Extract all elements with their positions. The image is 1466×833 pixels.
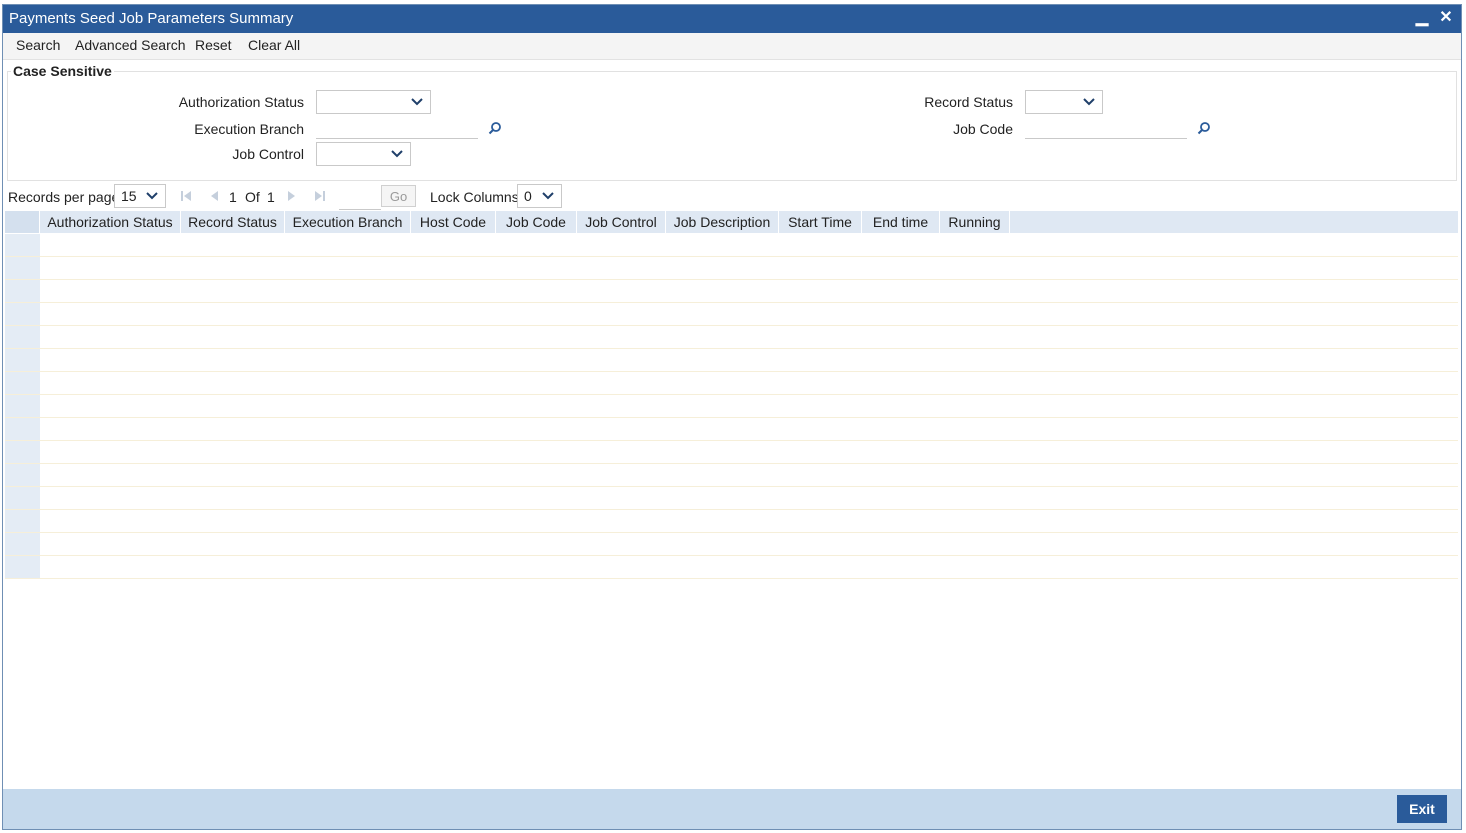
table-row[interactable] [5,487,1458,510]
table-row[interactable] [5,372,1458,395]
job-code-label: Job Code [953,121,1013,137]
table-row[interactable] [5,395,1458,418]
column-job-description[interactable]: Job Description [666,211,779,233]
page-number-input[interactable] [339,187,381,210]
row-selector[interactable] [5,395,40,417]
table-row[interactable] [5,303,1458,326]
job-code-input[interactable] [1025,117,1187,139]
chevron-down-icon [542,192,554,200]
table-row[interactable] [5,441,1458,464]
window-title: Payments Seed Job Parameters Summary [9,10,294,27]
column-authorization-status[interactable]: Authorization Status [40,211,181,233]
table-row[interactable] [5,234,1458,257]
search-icon[interactable] [1197,121,1211,135]
lock-columns-value: 0 [524,188,532,204]
grid-header: Authorization Status Record Status Execu… [5,211,1458,233]
case-sensitive-label: Case Sensitive [11,63,114,79]
execution-branch-input[interactable] [316,117,478,139]
column-record-status[interactable]: Record Status [181,211,285,233]
search-button[interactable]: Search [16,37,60,53]
title-bar: Payments Seed Job Parameters Summary ▁ ✕ [3,5,1461,33]
row-selector[interactable] [5,349,40,371]
chevron-down-icon [391,150,403,158]
row-selector[interactable] [5,556,40,578]
chevron-down-icon [1083,98,1095,106]
reset-button[interactable]: Reset [195,37,232,53]
row-selector[interactable] [5,533,40,555]
row-selector[interactable] [5,326,40,348]
authorization-status-select[interactable] [316,90,431,114]
table-row[interactable] [5,464,1458,487]
toolbar: Search Advanced Search Reset Clear All [3,33,1461,60]
records-per-page-label: Records per page [8,189,120,205]
close-icon[interactable]: ✕ [1437,9,1455,27]
record-status-select[interactable] [1025,90,1103,114]
records-per-page-value: 15 [121,188,137,204]
table-row[interactable] [5,326,1458,349]
column-end-time[interactable]: End time [862,211,940,233]
table-row[interactable] [5,533,1458,556]
job-control-label: Job Control [232,146,304,162]
next-page-icon[interactable] [286,190,298,202]
clear-all-button[interactable]: Clear All [248,37,300,53]
table-row[interactable] [5,556,1458,579]
authorization-status-label: Authorization Status [178,94,304,110]
table-row[interactable] [5,418,1458,441]
total-pages: 1 [267,189,275,205]
column-running[interactable]: Running [940,211,1010,233]
search-icon[interactable] [488,121,502,135]
table-row[interactable] [5,280,1458,303]
record-status-label: Record Status [924,94,1013,110]
row-selector[interactable] [5,464,40,486]
current-page: 1 [229,189,237,205]
column-execution-branch[interactable]: Execution Branch [285,211,411,233]
column-start-time[interactable]: Start Time [779,211,862,233]
execution-branch-label: Execution Branch [194,121,304,137]
previous-page-icon[interactable] [208,190,220,202]
footer-bar: Exit [3,789,1461,829]
row-selector[interactable] [5,441,40,463]
row-selector[interactable] [5,303,40,325]
row-selector[interactable] [5,280,40,302]
records-per-page-select[interactable]: 15 [114,184,166,208]
column-host-code[interactable]: Host Code [411,211,496,233]
row-selector[interactable] [5,234,40,256]
row-selector[interactable] [5,418,40,440]
advanced-search-button[interactable]: Advanced Search [75,37,186,53]
chevron-down-icon [411,98,423,106]
row-selector[interactable] [5,257,40,279]
column-job-code[interactable]: Job Code [496,211,577,233]
table-row[interactable] [5,257,1458,280]
job-control-select[interactable] [316,142,411,166]
lock-columns-select[interactable]: 0 [517,184,562,208]
summary-window: Payments Seed Job Parameters Summary ▁ ✕… [2,4,1462,830]
lock-columns-label: Lock Columns [430,189,519,205]
row-selector[interactable] [5,510,40,532]
minimize-icon[interactable]: ▁ [1413,9,1431,27]
exit-button[interactable]: Exit [1397,795,1447,823]
column-job-control[interactable]: Job Control [577,211,666,233]
first-page-icon[interactable] [180,190,192,202]
row-selector[interactable] [5,487,40,509]
row-selector[interactable] [5,372,40,394]
pagination-bar: Records per page 15 1 Of 1 Go Lock Colum… [3,181,1461,211]
go-button[interactable]: Go [381,185,416,207]
table-row[interactable] [5,510,1458,533]
of-label: Of [245,189,260,205]
select-all-column[interactable] [5,211,40,233]
chevron-down-icon [146,192,158,200]
table-row[interactable] [5,349,1458,372]
last-page-icon[interactable] [314,190,326,202]
